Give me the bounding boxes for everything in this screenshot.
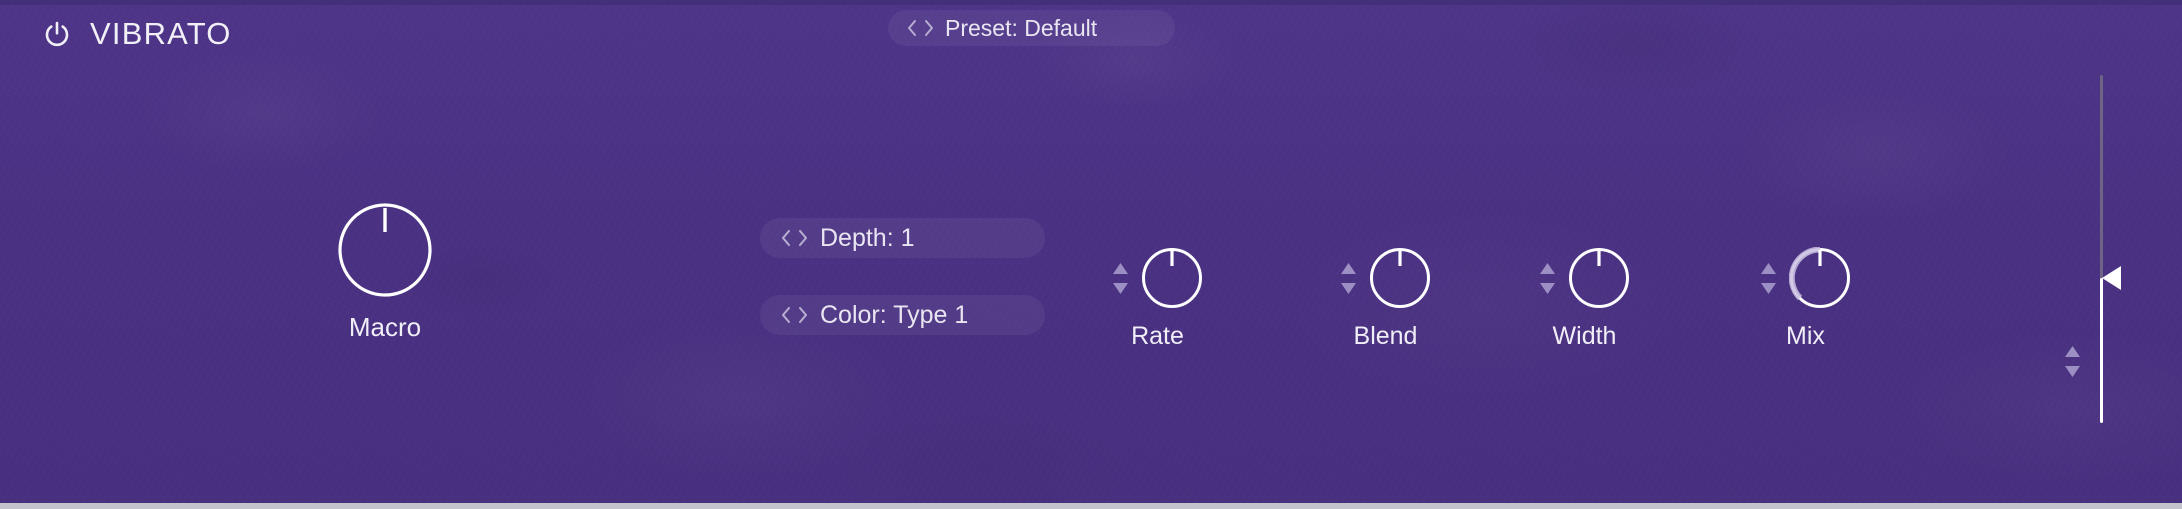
top-edge-band <box>0 0 2182 5</box>
knob-mix-stepper[interactable] <box>1760 262 1777 295</box>
knob-rate-label: Rate <box>1131 322 1184 350</box>
chevron-left-icon <box>781 306 791 324</box>
chevron-left-icon <box>781 229 791 247</box>
plugin-window: VIBRATO Preset: Default Macro Depth: 1 C… <box>0 0 2182 509</box>
slider-handle[interactable] <box>2102 266 2121 290</box>
knob-mix: Mix <box>1760 247 1851 351</box>
triangle-down-icon <box>1761 282 1776 294</box>
chevron-right-icon <box>798 229 808 247</box>
slider-track-fill <box>2100 278 2103 423</box>
power-icon[interactable] <box>42 19 72 49</box>
knob-mix-label: Mix <box>1786 322 1825 350</box>
knob-width-label: Width <box>1552 322 1617 350</box>
chevron-right-icon <box>925 20 933 36</box>
knob-blend-row <box>1340 247 1431 309</box>
triangle-down-icon <box>1113 282 1128 294</box>
knob-rate-dial[interactable] <box>1141 247 1203 309</box>
knob-width: Width <box>1539 247 1630 351</box>
bottom-edge-band <box>0 503 2182 509</box>
knob-blend: Blend <box>1340 247 1431 351</box>
knob-mix-dial[interactable] <box>1789 247 1851 309</box>
knob-width-dial[interactable] <box>1568 247 1630 309</box>
preset-selector[interactable]: Preset: Default <box>888 10 1175 46</box>
knob-rate-row <box>1112 247 1203 309</box>
knob-blend-label: Blend <box>1353 322 1418 350</box>
triangle-up-icon <box>1341 262 1356 274</box>
knob-rate-stepper[interactable] <box>1112 262 1129 295</box>
knob-width-stepper[interactable] <box>1539 262 1556 295</box>
depth-arrows <box>779 227 810 249</box>
header-bar: VIBRATO <box>42 16 232 52</box>
knob-macro-dial[interactable] <box>337 202 433 298</box>
color-label: Color: Type 1 <box>820 300 969 329</box>
chevron-left-icon <box>908 20 916 36</box>
page-title: VIBRATO <box>90 16 232 51</box>
knob-mix-value-arc <box>1789 247 1821 301</box>
slider-stepper[interactable] <box>2064 345 2081 378</box>
preset-label: Preset: Default <box>945 14 1098 41</box>
preset-arrows <box>906 18 935 38</box>
depth-selector[interactable]: Depth: 1 <box>760 218 1045 258</box>
triangle-up-icon <box>1540 262 1555 274</box>
triangle-down-icon <box>1341 282 1356 294</box>
depth-label: Depth: 1 <box>820 223 915 252</box>
knob-mix-row <box>1760 247 1851 309</box>
knob-rate: Rate <box>1112 247 1203 351</box>
knob-blend-stepper[interactable] <box>1340 262 1357 295</box>
knob-macro: Macro <box>337 202 433 343</box>
triangle-up-icon <box>2065 346 2080 357</box>
chevron-right-icon <box>798 306 808 324</box>
color-arrows <box>779 304 810 326</box>
knob-blend-dial[interactable] <box>1369 247 1431 309</box>
triangle-up-icon <box>1113 262 1128 274</box>
output-slider <box>2060 70 2170 430</box>
knob-macro-label: Macro <box>348 312 422 342</box>
triangle-down-icon <box>2065 366 2080 377</box>
knob-macro-row <box>337 202 433 298</box>
triangle-down-icon <box>1540 282 1555 294</box>
knob-width-row <box>1539 247 1630 309</box>
triangle-up-icon <box>1761 262 1776 274</box>
color-selector[interactable]: Color: Type 1 <box>760 295 1045 335</box>
